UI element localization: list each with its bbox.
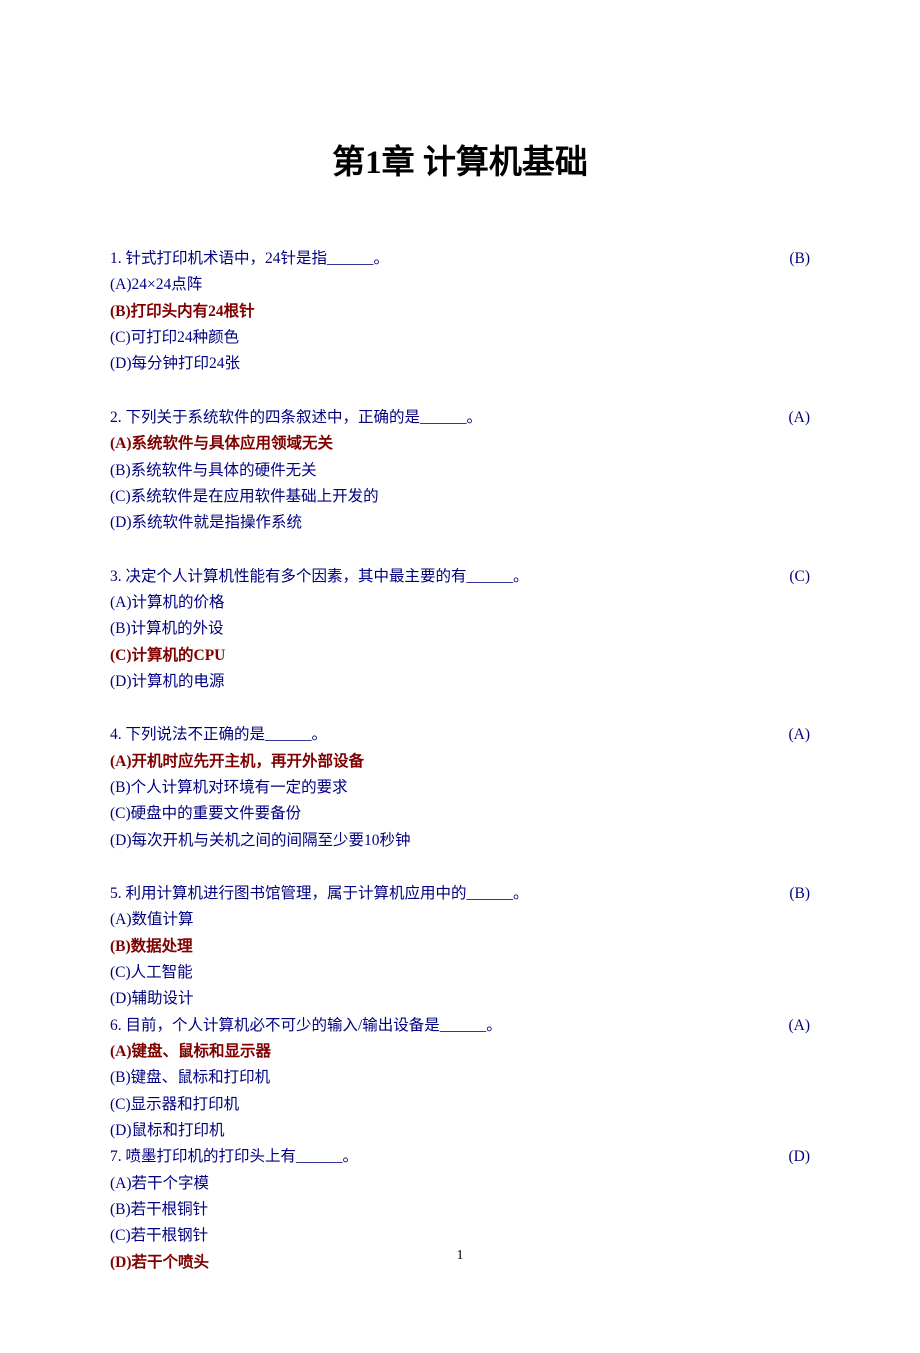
question-option: (A)若干个字模	[110, 1171, 810, 1197]
question-block: 4. 下列说法不正确的是______。(A)(A)开机时应先开主机，再开外部设备…	[110, 722, 810, 854]
question-answer-key: (D)	[760, 1144, 810, 1170]
question-option: (D)每次开机与关机之间的间隔至少要10秒钟	[110, 828, 810, 854]
question-option: (D)计算机的电源	[110, 669, 810, 695]
question-option: (A)开机时应先开主机，再开外部设备	[110, 749, 810, 775]
question-block: 6. 目前，个人计算机必不可少的输入/输出设备是______。(A)(A)键盘、…	[110, 1013, 810, 1145]
question-header: 1. 针式打印机术语中，24针是指______。(B)	[110, 246, 810, 272]
question-stem: 6. 目前，个人计算机必不可少的输入/输出设备是______。	[110, 1013, 760, 1039]
question-option: (B)若干根铜针	[110, 1197, 810, 1223]
question-header: 5. 利用计算机进行图书馆管理，属于计算机应用中的______。(B)	[110, 881, 810, 907]
question-option: (C)硬盘中的重要文件要备份	[110, 801, 810, 827]
question-stem: 3. 决定个人计算机性能有多个因素，其中最主要的有______。	[110, 564, 760, 590]
question-option: (B)键盘、鼠标和打印机	[110, 1065, 810, 1091]
question-stem: 4. 下列说法不正确的是______。	[110, 722, 760, 748]
question-option: (B)个人计算机对环境有一定的要求	[110, 775, 810, 801]
question-option: (D)系统软件就是指操作系统	[110, 510, 810, 536]
question-header: 4. 下列说法不正确的是______。(A)	[110, 722, 810, 748]
chapter-title: 第1章 计算机基础	[110, 135, 810, 191]
question-answer-key: (A)	[760, 1013, 810, 1039]
question-block: 2. 下列关于系统软件的四条叙述中，正确的是______。(A)(A)系统软件与…	[110, 405, 810, 537]
question-answer-key: (A)	[760, 405, 810, 431]
question-header: 6. 目前，个人计算机必不可少的输入/输出设备是______。(A)	[110, 1013, 810, 1039]
question-option: (C)显示器和打印机	[110, 1092, 810, 1118]
question-answer-key: (B)	[760, 246, 810, 272]
question-option: (C)人工智能	[110, 960, 810, 986]
question-stem: 7. 喷墨打印机的打印头上有______。	[110, 1144, 760, 1170]
question-answer-key: (C)	[760, 564, 810, 590]
question-option: (C)可打印24种颜色	[110, 325, 810, 351]
question-answer-key: (B)	[760, 881, 810, 907]
question-stem: 2. 下列关于系统软件的四条叙述中，正确的是______。	[110, 405, 760, 431]
question-header: 2. 下列关于系统软件的四条叙述中，正确的是______。(A)	[110, 405, 810, 431]
question-option: (A)键盘、鼠标和显示器	[110, 1039, 810, 1065]
page-number: 1	[457, 1244, 464, 1268]
question-header: 3. 决定个人计算机性能有多个因素，其中最主要的有______。(C)	[110, 564, 810, 590]
question-stem: 5. 利用计算机进行图书馆管理，属于计算机应用中的______。	[110, 881, 760, 907]
question-option: (C)计算机的CPU	[110, 643, 810, 669]
question-stem: 1. 针式打印机术语中，24针是指______。	[110, 246, 760, 272]
question-option: (A)系统软件与具体应用领域无关	[110, 431, 810, 457]
question-option: (D)辅助设计	[110, 986, 810, 1012]
question-answer-key: (A)	[760, 722, 810, 748]
question-option: (C)系统软件是在应用软件基础上开发的	[110, 484, 810, 510]
question-option: (A)计算机的价格	[110, 590, 810, 616]
question-option: (A)数值计算	[110, 907, 810, 933]
document-page: 第1章 计算机基础 1. 针式打印机术语中，24针是指______。(B)(A)…	[0, 0, 920, 1353]
question-option: (B)系统软件与具体的硬件无关	[110, 458, 810, 484]
questions-list: 1. 针式打印机术语中，24针是指______。(B)(A)24×24点阵(B)…	[110, 246, 810, 1276]
question-block: 3. 决定个人计算机性能有多个因素，其中最主要的有______。(C)(A)计算…	[110, 564, 810, 696]
question-option: (B)数据处理	[110, 934, 810, 960]
question-block: 5. 利用计算机进行图书馆管理，属于计算机应用中的______。(B)(A)数值…	[110, 881, 810, 1013]
question-option: (B)打印头内有24根针	[110, 299, 810, 325]
question-option: (B)计算机的外设	[110, 616, 810, 642]
question-header: 7. 喷墨打印机的打印头上有______。(D)	[110, 1144, 810, 1170]
question-option: (D)每分钟打印24张	[110, 351, 810, 377]
question-option: (A)24×24点阵	[110, 272, 810, 298]
question-option: (D)鼠标和打印机	[110, 1118, 810, 1144]
question-block: 1. 针式打印机术语中，24针是指______。(B)(A)24×24点阵(B)…	[110, 246, 810, 378]
